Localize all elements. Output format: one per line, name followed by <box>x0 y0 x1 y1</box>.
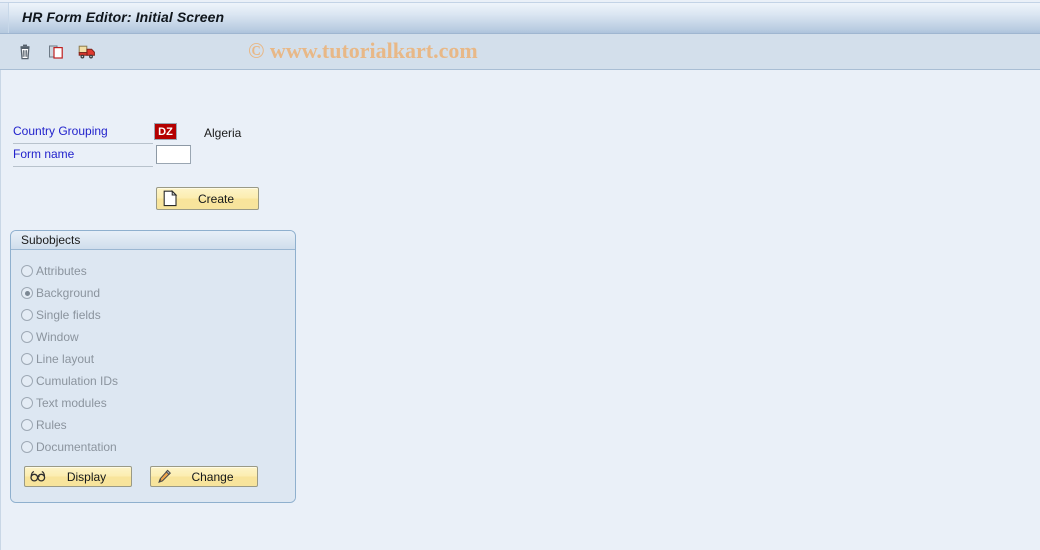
radio-background[interactable]: Background <box>21 285 100 301</box>
subobjects-panel-title: Subobjects <box>11 231 295 250</box>
radio-single-fields[interactable]: Single fields <box>21 307 101 323</box>
display-button[interactable]: Display <box>24 466 132 487</box>
change-button[interactable]: Change <box>150 466 258 487</box>
radio-cumulation-ids[interactable]: Cumulation IDs <box>21 373 118 389</box>
country-grouping-description: Algeria <box>204 126 242 140</box>
copy-icon[interactable] <box>45 41 67 63</box>
display-button-label: Display <box>66 469 107 484</box>
create-button-label: Create <box>197 191 235 206</box>
sap-gui-window: HR Form Editor: Initial Screen © www.tut… <box>0 0 1040 550</box>
radio-label-attributes: Attributes <box>36 264 87 278</box>
subobjects-panel: Subobjects Attributes Background Single … <box>10 230 296 503</box>
toolbar-icon-group <box>14 41 98 63</box>
radio-mark-cumulation-ids <box>21 375 33 387</box>
radio-window[interactable]: Window <box>21 329 79 345</box>
page-title: HR Form Editor: Initial Screen <box>22 9 225 25</box>
titlebar-left-cap <box>0 3 9 33</box>
form-name-input[interactable] <box>156 145 191 164</box>
radio-label-text-modules: Text modules <box>36 396 107 410</box>
radio-attributes[interactable]: Attributes <box>21 263 87 279</box>
window-titlebar: HR Form Editor: Initial Screen <box>0 2 1040 34</box>
subobjects-panel-body: Attributes Background Single fields Wind… <box>11 250 295 502</box>
radio-mark-attributes <box>21 265 33 277</box>
form-name-rule <box>13 166 153 167</box>
country-grouping-input[interactable] <box>154 123 177 140</box>
change-button-label: Change <box>191 469 234 484</box>
radio-label-line-layout: Line layout <box>36 352 95 366</box>
radio-label-cumulation-ids: Cumulation IDs <box>36 374 119 388</box>
radio-mark-window <box>21 331 33 343</box>
radio-label-window: Window <box>36 330 79 344</box>
radio-label-background: Background <box>36 286 101 300</box>
pencil-icon <box>154 467 174 487</box>
radio-mark-text-modules <box>21 397 33 409</box>
country-grouping-rule <box>13 143 153 144</box>
radio-rules[interactable]: Rules <box>21 417 67 433</box>
new-document-icon <box>160 189 180 209</box>
radio-mark-rules <box>21 419 33 431</box>
create-button[interactable]: Create <box>156 187 259 210</box>
transport-icon[interactable] <box>76 41 98 63</box>
delete-icon[interactable] <box>14 41 36 63</box>
radio-text-modules[interactable]: Text modules <box>21 395 107 411</box>
radio-mark-single-fields <box>21 309 33 321</box>
radio-label-single-fields: Single fields <box>36 308 101 322</box>
main-content: Country Grouping Algeria Form name Creat… <box>0 70 1040 550</box>
glasses-icon <box>28 467 48 487</box>
country-grouping-label: Country Grouping <box>13 124 108 138</box>
form-name-label: Form name <box>13 147 75 161</box>
radio-mark-line-layout <box>21 353 33 365</box>
radio-label-documentation: Documentation <box>36 440 117 454</box>
radio-line-layout[interactable]: Line layout <box>21 351 94 367</box>
application-toolbar <box>0 34 1040 70</box>
radio-mark-background <box>21 287 33 299</box>
radio-mark-documentation <box>21 441 33 453</box>
radio-label-rules: Rules <box>36 418 67 432</box>
radio-documentation[interactable]: Documentation <box>21 439 117 455</box>
